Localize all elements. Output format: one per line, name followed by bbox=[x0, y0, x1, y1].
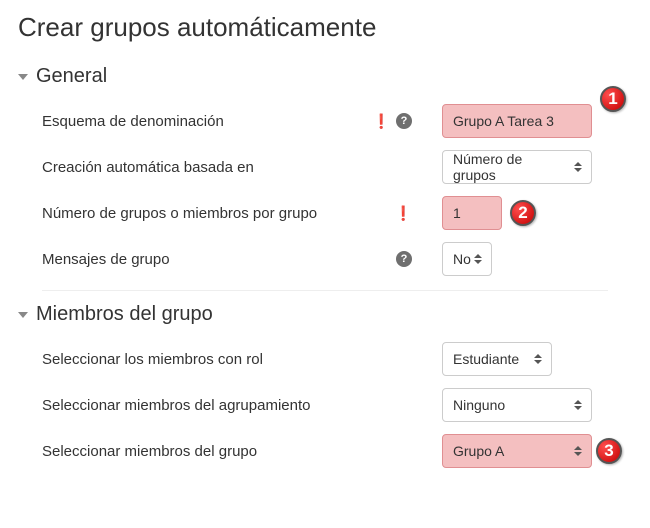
messages-label: Mensajes de grupo bbox=[42, 251, 170, 268]
role-select[interactable]: Estudiante bbox=[442, 342, 552, 376]
grouping-select[interactable]: Ninguno bbox=[442, 388, 592, 422]
group-label: Seleccionar miembros del grupo bbox=[42, 443, 257, 460]
chevron-down-icon bbox=[18, 312, 28, 318]
section-general: General Esquema de denominación ❗ ? Grup… bbox=[18, 65, 632, 282]
callout-3: 3 bbox=[596, 438, 622, 464]
group-select[interactable]: Grupo A bbox=[442, 434, 592, 468]
section-members-toggle[interactable]: Miembros del grupo bbox=[18, 303, 632, 326]
help-icon[interactable]: ? bbox=[396, 251, 412, 267]
count-input[interactable]: 1 bbox=[442, 196, 502, 230]
count-label: Número de grupos o miembros por grupo bbox=[42, 205, 317, 222]
section-general-toggle[interactable]: General bbox=[18, 65, 632, 88]
required-icon: ❗ bbox=[395, 205, 412, 222]
section-members-title: Miembros del grupo bbox=[36, 303, 213, 326]
naming-scheme-label: Esquema de denominación bbox=[42, 113, 224, 130]
chevron-down-icon bbox=[18, 74, 28, 80]
callout-1: 1 bbox=[600, 86, 626, 112]
section-general-title: General bbox=[36, 65, 107, 88]
page-title: Crear grupos automáticamente bbox=[18, 12, 632, 43]
auto-based-select[interactable]: Número de grupos bbox=[442, 150, 592, 184]
messages-select[interactable]: No bbox=[442, 242, 492, 276]
help-icon[interactable]: ? bbox=[396, 113, 412, 129]
chevron-updown-icon bbox=[573, 162, 583, 172]
required-icon: ❗ bbox=[373, 113, 390, 130]
chevron-updown-icon bbox=[533, 354, 543, 364]
chevron-updown-icon bbox=[573, 446, 583, 456]
role-label: Seleccionar los miembros con rol bbox=[42, 351, 263, 368]
chevron-updown-icon bbox=[573, 400, 583, 410]
chevron-updown-icon bbox=[473, 254, 483, 264]
naming-scheme-input[interactable]: Grupo A Tarea 3 bbox=[442, 104, 592, 138]
section-divider bbox=[42, 290, 608, 291]
section-members: Miembros del grupo Seleccionar los miemb… bbox=[18, 303, 632, 474]
callout-2: 2 bbox=[510, 200, 536, 226]
auto-based-label: Creación automática basada en bbox=[42, 159, 254, 176]
grouping-label: Seleccionar miembros del agrupamiento bbox=[42, 397, 310, 414]
